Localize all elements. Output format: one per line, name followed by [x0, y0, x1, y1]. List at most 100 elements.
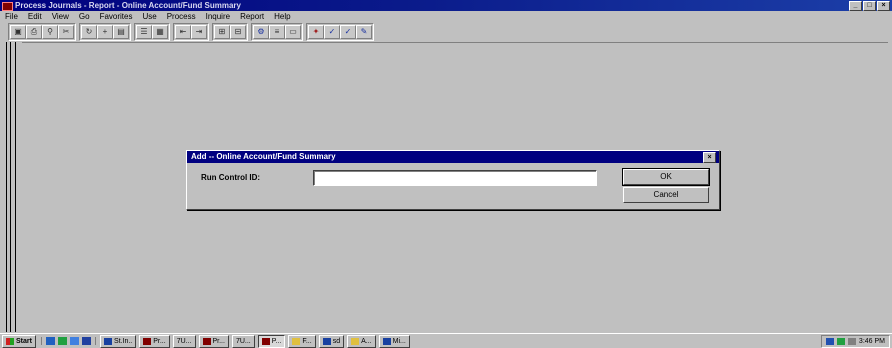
toolbar: ▣ ⎙ ⚲ ✂ ↻ + ▤ ☰ ▦ ⇤ ⇥ ⊞ ⊟ ⚙ ≡ ▭ ✦ ✓ ✓ ✎ — [8, 23, 374, 41]
left-rail — [6, 42, 20, 332]
detail-icon[interactable]: ▦ — [152, 25, 168, 39]
run-control-id-label: Run Control ID: — [201, 173, 261, 182]
task-buttons: St.In.. Pr... 7U... Pr... 7U... P... F..… — [99, 334, 410, 348]
next-icon[interactable]: ⇥ — [191, 25, 207, 39]
check-icon[interactable]: ✓ — [324, 25, 340, 39]
maximize-button[interactable]: □ — [863, 1, 876, 11]
approve-icon[interactable]: ✓ — [340, 25, 356, 39]
menu-favorites[interactable]: Favorites — [95, 11, 138, 22]
menu-inquire[interactable]: Inquire — [201, 11, 235, 22]
save-icon[interactable]: ▣ — [10, 25, 26, 39]
task-label: Pr... — [212, 337, 225, 345]
toolbar-group-process: ⚙ ≡ ▭ — [251, 23, 303, 41]
window-titlebar[interactable]: Process Journals - Report - Online Accou… — [0, 0, 892, 11]
menu-help[interactable]: Help — [269, 11, 295, 22]
run-control-dialog: Add -- Online Account/Fund Summary × Run… — [186, 150, 720, 210]
add-icon[interactable]: + — [97, 25, 113, 39]
task-icon — [382, 337, 391, 345]
task-icon — [103, 337, 112, 345]
close-button[interactable]: × — [877, 1, 890, 11]
quick-launch — [40, 337, 96, 345]
ok-button[interactable]: OK — [622, 168, 710, 186]
rail-line — [6, 42, 7, 332]
dialog-title: Add -- Online Account/Fund Summary — [191, 152, 336, 161]
cancel-button[interactable]: Cancel — [623, 187, 709, 203]
toolbar-group-rows: ⊞ ⊟ — [212, 23, 248, 41]
volume-icon[interactable] — [847, 337, 856, 345]
task-button-active[interactable]: P... — [257, 334, 286, 348]
toolbar-group-navigate: ⇤ ⇥ — [173, 23, 209, 41]
task-label: Mi... — [392, 337, 406, 345]
mail-icon[interactable] — [69, 337, 79, 345]
task-label: St.In.. — [113, 337, 133, 345]
task-icon — [292, 337, 301, 345]
tray-icon[interactable] — [825, 337, 834, 345]
dialog-close-button[interactable]: × — [703, 152, 716, 163]
desktop-icon[interactable] — [57, 337, 67, 345]
menu-file[interactable]: File — [0, 11, 23, 22]
find-icon[interactable]: ⚲ — [42, 25, 58, 39]
system-tray: 3:46 PM — [820, 334, 890, 348]
list-icon[interactable]: ☰ — [136, 25, 152, 39]
navigate-icon[interactable]: ✦ — [308, 25, 324, 39]
task-button[interactable]: F... — [288, 334, 316, 348]
task-icon — [143, 337, 152, 345]
window-title: Process Journals - Report - Online Accou… — [15, 1, 241, 10]
task-label: F... — [302, 337, 312, 345]
menu-process[interactable]: Process — [162, 11, 201, 22]
windows-flag-icon — [6, 337, 14, 345]
tray-icon[interactable] — [836, 337, 845, 345]
task-button[interactable]: 7U... — [172, 334, 196, 348]
cut-icon[interactable]: ✂ — [58, 25, 74, 39]
start-button[interactable]: Start — [2, 334, 36, 348]
task-label: 7U... — [176, 337, 192, 345]
task-button[interactable]: sd — [318, 334, 345, 348]
task-label: P... — [271, 337, 282, 345]
run-control-id-input[interactable] — [313, 170, 597, 186]
channels-icon[interactable] — [81, 337, 91, 345]
task-label: sd — [332, 337, 341, 345]
task-label: 7U... — [235, 337, 251, 345]
delete-row-icon[interactable]: ⊟ — [230, 25, 246, 39]
display-icon[interactable]: ▤ — [113, 25, 129, 39]
start-label: Start — [16, 337, 32, 345]
taskbar: Start St.In.. Pr... 7U... Pr... 7U... P.… — [0, 333, 892, 348]
menu-go[interactable]: Go — [74, 11, 95, 22]
task-button[interactable]: Pr... — [198, 334, 229, 348]
window-controls: _ □ × — [849, 1, 890, 11]
task-button[interactable]: Mi... — [378, 334, 410, 348]
insert-row-icon[interactable]: ⊞ — [214, 25, 230, 39]
task-icon — [322, 337, 331, 345]
browser-icon[interactable] — [45, 337, 55, 345]
task-button[interactable]: St.In.. — [99, 334, 137, 348]
task-icon — [261, 337, 270, 345]
menu-edit[interactable]: Edit — [23, 11, 47, 22]
process-icon[interactable]: ⚙ — [253, 25, 269, 39]
update-icon[interactable]: ↻ — [81, 25, 97, 39]
toolbar-group-workflow: ✦ ✓ ✓ ✎ — [306, 23, 374, 41]
menu-report[interactable]: Report — [235, 11, 269, 22]
menu-use[interactable]: Use — [137, 11, 161, 22]
rail-line — [15, 42, 16, 332]
print-icon[interactable]: ⎙ — [26, 25, 42, 39]
task-icon — [202, 337, 211, 345]
menu-view[interactable]: View — [47, 11, 74, 22]
clock[interactable]: 3:46 PM — [859, 338, 885, 345]
task-button[interactable]: A... — [347, 334, 376, 348]
task-label: Pr... — [153, 337, 166, 345]
task-button[interactable]: Pr... — [139, 334, 170, 348]
menu-bar: File Edit View Go Favorites Use Process … — [0, 11, 892, 22]
app-icon[interactable] — [2, 2, 13, 11]
task-icon — [351, 337, 360, 345]
toolbar-group-file: ▣ ⎙ ⚲ ✂ — [8, 23, 76, 41]
task-button[interactable]: 7U... — [231, 334, 255, 348]
toolbar-group-views: ☰ ▦ — [134, 23, 170, 41]
calendar-icon[interactable]: ▭ — [285, 25, 301, 39]
dialog-titlebar[interactable]: Add -- Online Account/Fund Summary × — [187, 151, 719, 163]
refresh-icon[interactable]: ≡ — [269, 25, 285, 39]
pencil-icon[interactable]: ✎ — [356, 25, 372, 39]
minimize-button[interactable]: _ — [849, 1, 862, 11]
prev-icon[interactable]: ⇤ — [175, 25, 191, 39]
toolbar-group-actions: ↻ + ▤ — [79, 23, 131, 41]
task-label: A... — [361, 337, 372, 345]
